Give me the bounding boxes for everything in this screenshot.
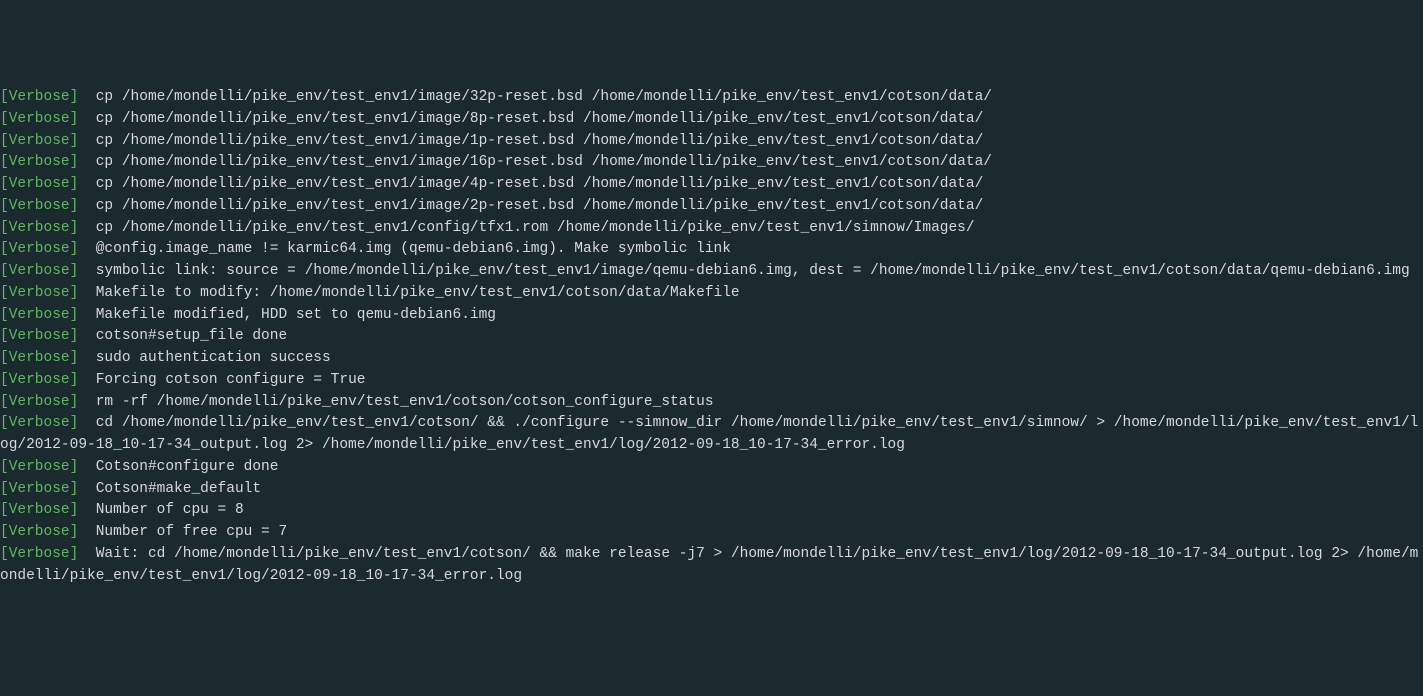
log-tag: [Verbose] (0, 89, 78, 105)
log-tag: [Verbose] (0, 350, 78, 366)
log-text: Number of cpu = 8 (78, 502, 243, 518)
log-line: [Verbose] symbolic link: source = /home/… (0, 261, 1423, 283)
log-tag: [Verbose] (0, 176, 78, 192)
log-tag: [Verbose] (0, 198, 78, 214)
log-tag: [Verbose] (0, 285, 78, 301)
log-tag: [Verbose] (0, 502, 78, 518)
log-line: [Verbose] cotson#setup_file done (0, 326, 1423, 348)
log-text: Cotson#make_default (78, 481, 261, 497)
log-tag: [Verbose] (0, 220, 78, 236)
log-line: [Verbose] Makefile modified, HDD set to … (0, 305, 1423, 327)
log-tag: [Verbose] (0, 111, 78, 127)
log-text: cp /home/mondelli/pike_env/test_env1/ima… (78, 133, 983, 149)
log-line: [Verbose] cp /home/mondelli/pike_env/tes… (0, 109, 1423, 131)
terminal-output[interactable]: [Verbose] cp /home/mondelli/pike_env/tes… (0, 87, 1423, 587)
log-text: rm -rf /home/mondelli/pike_env/test_env1… (78, 394, 713, 410)
log-line: [Verbose] cp /home/mondelli/pike_env/tes… (0, 218, 1423, 240)
log-text: Makefile to modify: /home/mondelli/pike_… (78, 285, 739, 301)
log-text: cp /home/mondelli/pike_env/test_env1/con… (78, 220, 974, 236)
log-text: @config.image_name != karmic64.img (qemu… (78, 241, 731, 257)
log-tag: [Verbose] (0, 481, 78, 497)
log-text: Number of free cpu = 7 (78, 524, 287, 540)
log-line: [Verbose] rm -rf /home/mondelli/pike_env… (0, 392, 1423, 414)
log-line: [Verbose] Forcing cotson configure = Tru… (0, 370, 1423, 392)
log-line: [Verbose] cp /home/mondelli/pike_env/tes… (0, 152, 1423, 174)
log-text: cp /home/mondelli/pike_env/test_env1/ima… (78, 176, 983, 192)
log-tag: [Verbose] (0, 328, 78, 344)
log-line: [Verbose] cd /home/mondelli/pike_env/tes… (0, 413, 1423, 457)
log-line: [Verbose] cp /home/mondelli/pike_env/tes… (0, 131, 1423, 153)
log-text: Forcing cotson configure = True (78, 372, 365, 388)
log-text: Makefile modified, HDD set to qemu-debia… (78, 307, 496, 323)
log-text: Cotson#configure done (78, 459, 278, 475)
log-tag: [Verbose] (0, 241, 78, 257)
log-line: [Verbose] Cotson#configure done (0, 457, 1423, 479)
log-text: cp /home/mondelli/pike_env/test_env1/ima… (78, 111, 983, 127)
log-text: Wait: cd /home/mondelli/pike_env/test_en… (0, 546, 1418, 584)
log-tag: [Verbose] (0, 459, 78, 475)
log-line: [Verbose] Number of free cpu = 7 (0, 522, 1423, 544)
log-tag: [Verbose] (0, 154, 78, 170)
log-text: cd /home/mondelli/pike_env/test_env1/cot… (0, 415, 1418, 453)
log-line: [Verbose] sudo authentication success (0, 348, 1423, 370)
log-text: symbolic link: source = /home/mondelli/p… (78, 263, 1409, 279)
log-line: [Verbose] Number of cpu = 8 (0, 500, 1423, 522)
log-tag: [Verbose] (0, 546, 78, 562)
log-text: cp /home/mondelli/pike_env/test_env1/ima… (78, 154, 992, 170)
log-text: cotson#setup_file done (78, 328, 287, 344)
log-tag: [Verbose] (0, 263, 78, 279)
log-text: cp /home/mondelli/pike_env/test_env1/ima… (78, 198, 983, 214)
log-tag: [Verbose] (0, 524, 78, 540)
log-line: [Verbose] cp /home/mondelli/pike_env/tes… (0, 174, 1423, 196)
log-tag: [Verbose] (0, 372, 78, 388)
log-line: [Verbose] Wait: cd /home/mondelli/pike_e… (0, 544, 1423, 588)
log-tag: [Verbose] (0, 394, 78, 410)
log-line: [Verbose] @config.image_name != karmic64… (0, 239, 1423, 261)
log-tag: [Verbose] (0, 133, 78, 149)
log-text: cp /home/mondelli/pike_env/test_env1/ima… (78, 89, 992, 105)
log-text: sudo authentication success (78, 350, 330, 366)
log-line: [Verbose] cp /home/mondelli/pike_env/tes… (0, 196, 1423, 218)
log-tag: [Verbose] (0, 415, 78, 431)
log-line: [Verbose] Makefile to modify: /home/mond… (0, 283, 1423, 305)
log-line: [Verbose] cp /home/mondelli/pike_env/tes… (0, 87, 1423, 109)
log-line: [Verbose] Cotson#make_default (0, 479, 1423, 501)
log-tag: [Verbose] (0, 307, 78, 323)
